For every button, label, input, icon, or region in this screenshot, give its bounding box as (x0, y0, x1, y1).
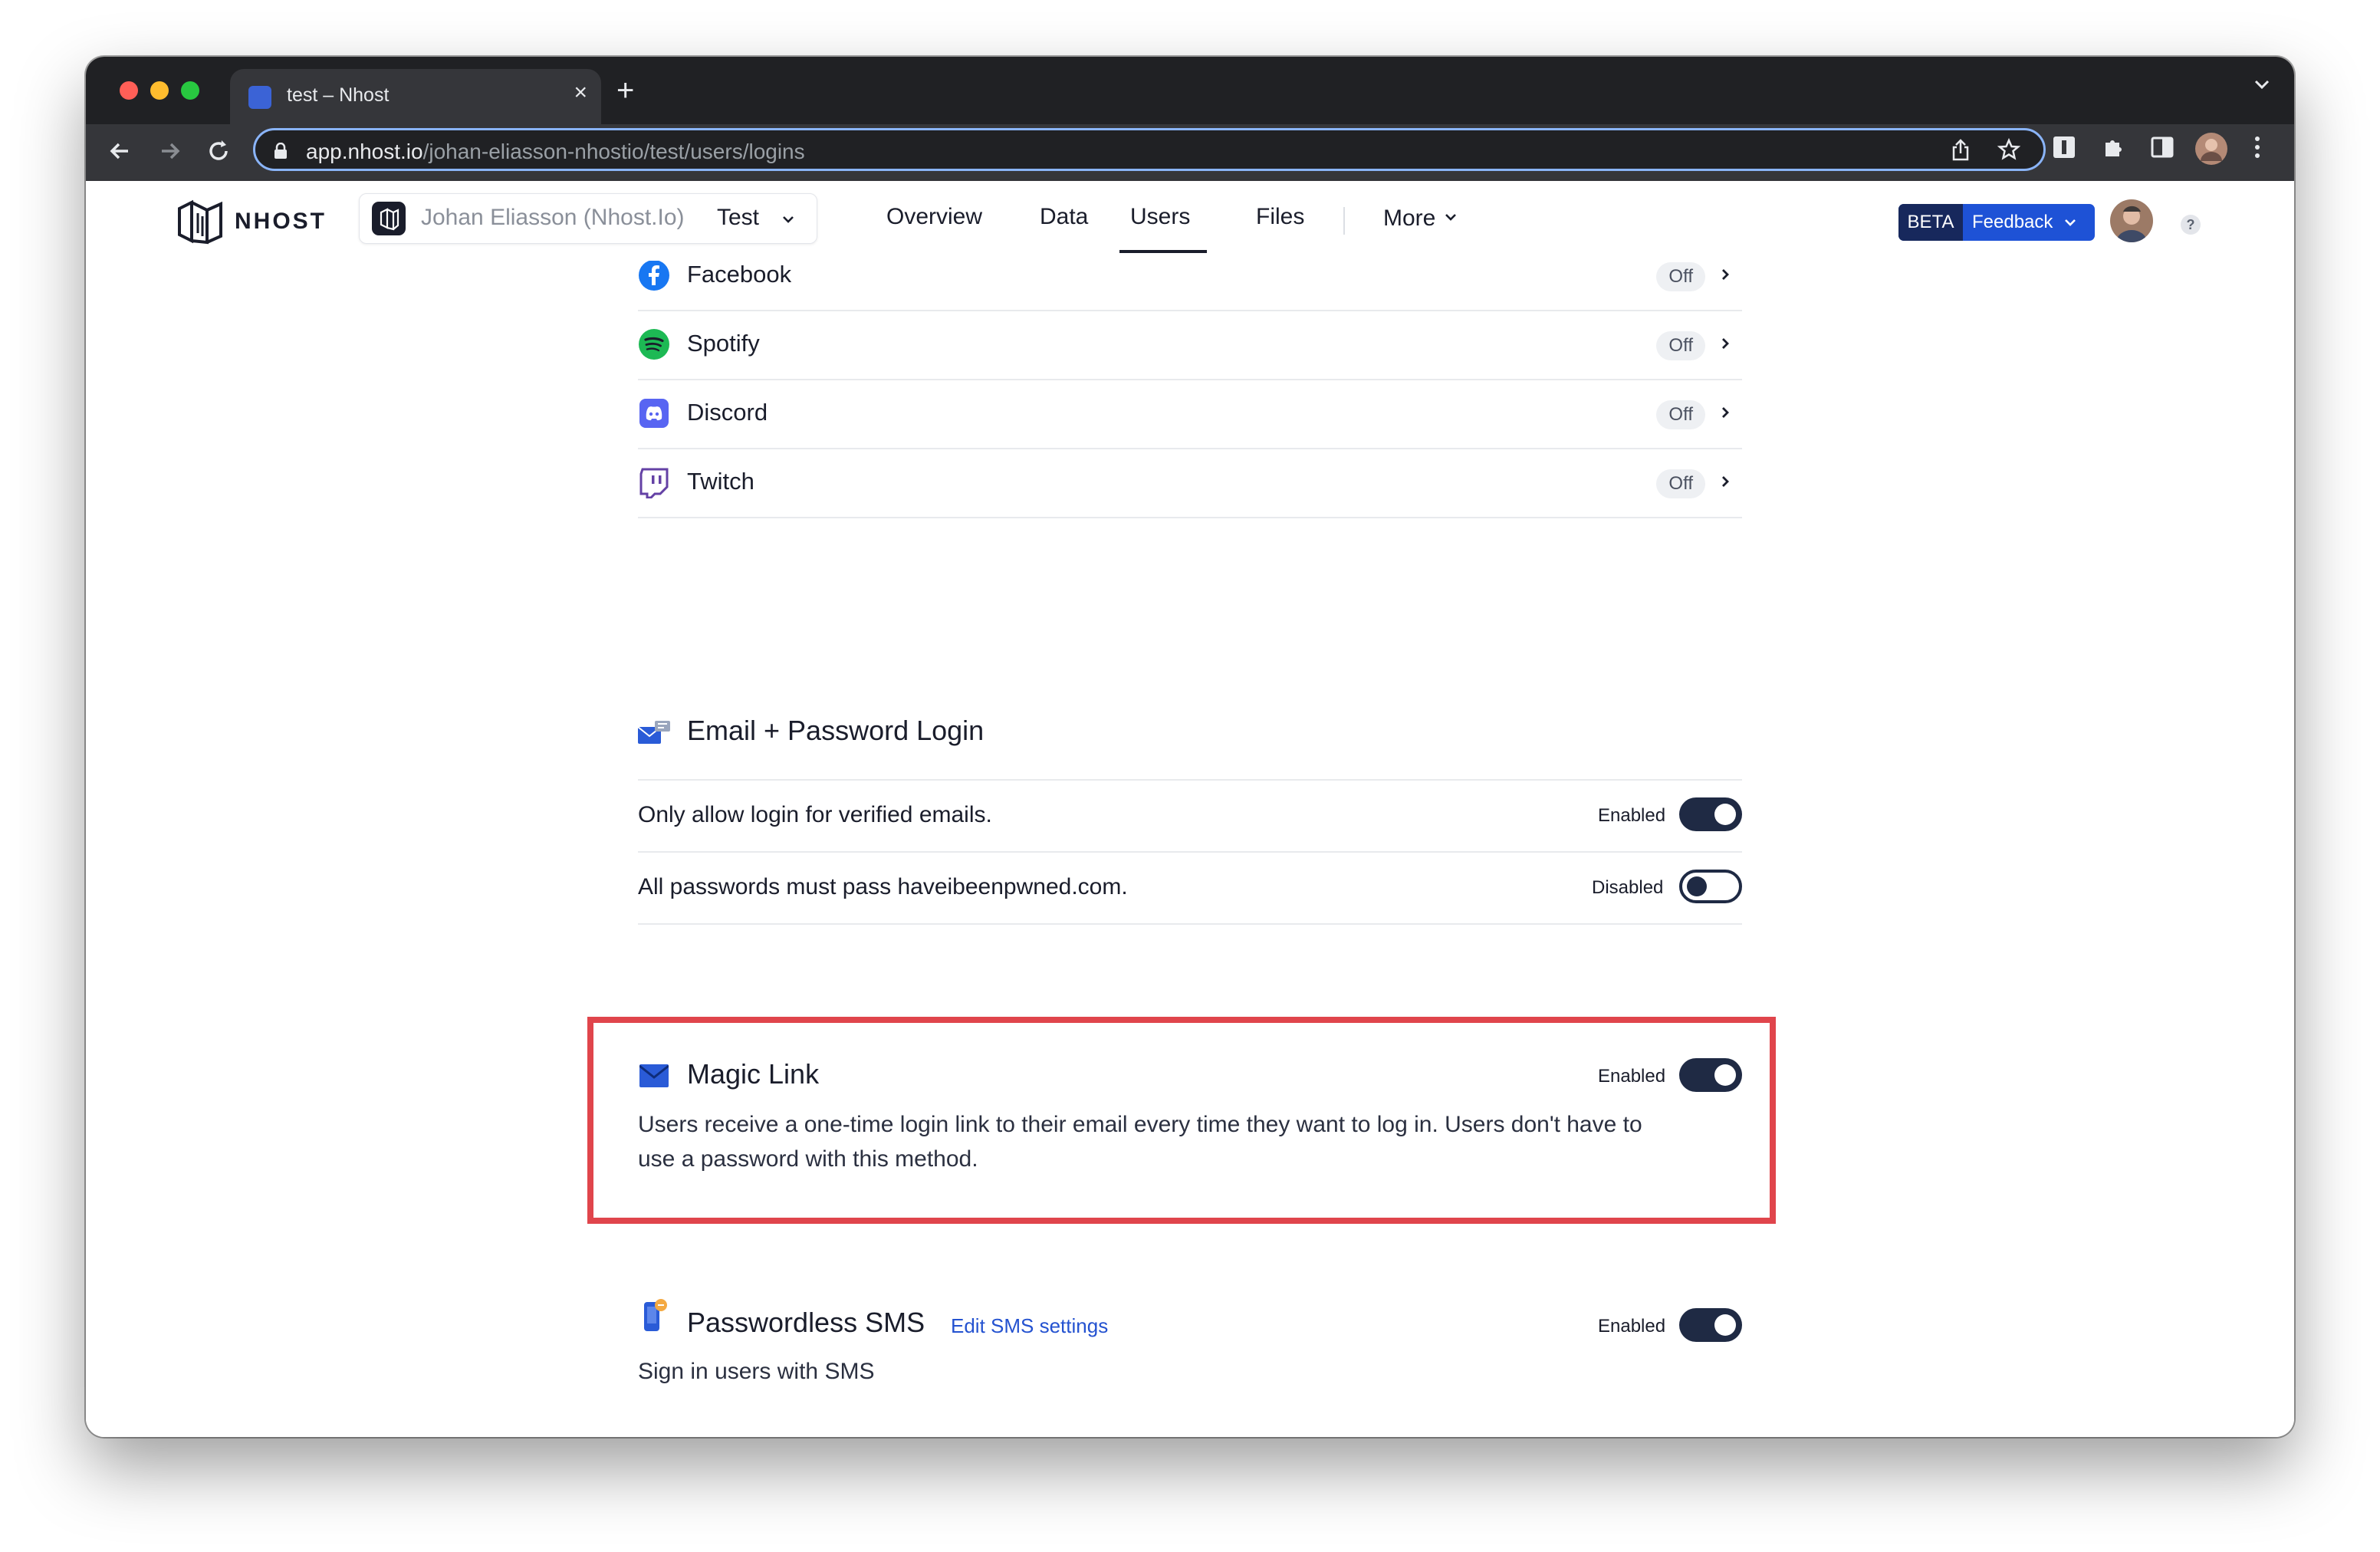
beta-badge: BETA (1898, 204, 1963, 241)
section-divider (638, 779, 1742, 781)
email-password-icon (637, 721, 670, 751)
passwordless-sms-title: Passwordless SMS (687, 1307, 925, 1338)
lock-icon (274, 142, 288, 163)
tab-title: test – Nhost (287, 84, 390, 106)
nav-more[interactable]: More (1383, 206, 1459, 232)
nav-users[interactable]: Users (1130, 204, 1190, 230)
extensions-puzzle-icon[interactable] (2101, 135, 2125, 163)
status-badge: Off (1656, 331, 1705, 360)
browser-toolbar: app.nhost.io/johan-eliasson-nhostio/test… (86, 124, 2294, 181)
feedback-button[interactable]: BETA Feedback (1898, 204, 2095, 241)
edit-sms-settings-link[interactable]: Edit SMS settings (951, 1314, 1108, 1338)
pwned-passwords-label: All passwords must pass haveibeenpwned.c… (638, 874, 1128, 899)
nav-more-label: More (1383, 206, 1436, 231)
text-cursor-extension-icon[interactable] (2052, 135, 2076, 163)
side-panel-icon[interactable] (2150, 135, 2175, 163)
verified-emails-toggle[interactable] (1679, 797, 1742, 831)
project-name: Test (717, 205, 760, 230)
provider-row-spotify[interactable]: Spotify Off (638, 310, 1742, 380)
provider-row-discord[interactable]: Discord Off (638, 379, 1742, 449)
email-password-title: Email + Password Login (687, 715, 985, 746)
app-header: NHOST Johan Eliasson (Nhost.Io) Test Ove… (86, 181, 2294, 261)
chevron-down-icon (780, 211, 797, 232)
spotify-icon (638, 328, 670, 360)
row-divider (638, 851, 1742, 853)
chevron-right-icon (1716, 334, 1734, 357)
browser-window: test – Nhost × + app.nhost.io/johan-elia… (86, 57, 2294, 1437)
forward-arrow-icon[interactable] (150, 132, 189, 170)
nav-divider (1343, 207, 1345, 235)
chevron-right-icon (1716, 472, 1734, 495)
nhost-logo-icon[interactable] (176, 198, 225, 249)
nav-files[interactable]: Files (1256, 204, 1304, 230)
feedback-label: Feedback (1972, 212, 2053, 232)
tab-search-chevron-icon[interactable] (2251, 74, 2273, 100)
status-badge: Off (1656, 262, 1705, 291)
active-nav-indicator (1119, 250, 1207, 253)
address-bar[interactable]: app.nhost.io/johan-eliasson-nhostio/test… (253, 128, 2046, 171)
back-arrow-icon[interactable] (101, 132, 140, 170)
logo-wordmark: NHOST (235, 209, 327, 234)
provider-row-twitch[interactable]: Twitch Off (638, 448, 1742, 518)
provider-label: Facebook (687, 261, 792, 288)
magic-link-toggle[interactable] (1679, 1058, 1742, 1092)
chevron-right-icon (1716, 403, 1734, 426)
close-window-button[interactable] (120, 81, 138, 100)
provider-row-facebook[interactable]: Facebook Off (638, 261, 1742, 311)
toggle-knob (1687, 876, 1707, 896)
magic-link-state: Enabled (1598, 1066, 1666, 1087)
share-icon[interactable] (1950, 138, 1971, 167)
provider-label: Discord (687, 399, 768, 426)
status-badge: Off (1656, 469, 1705, 498)
toggle-knob (1714, 1314, 1736, 1336)
pwned-passwords-state: Disabled (1592, 877, 1664, 898)
passwordless-sms-state: Enabled (1598, 1316, 1666, 1337)
tab-strip: test – Nhost × + (86, 57, 2294, 124)
verified-emails-label: Only allow login for verified emails. (638, 802, 992, 827)
chevron-right-icon (1716, 265, 1734, 288)
url-path: /johan-eliasson-nhostio/test/users/login… (422, 140, 805, 163)
passwordless-sms-description: Sign in users with SMS (638, 1359, 875, 1384)
passwordless-sms-toggle[interactable] (1679, 1308, 1742, 1342)
nhost-favicon-icon (248, 86, 271, 109)
provider-label: Spotify (687, 330, 760, 357)
main-content: Facebook Off Spotify Off Discord Off Twi… (86, 261, 2294, 1437)
minimize-window-button[interactable] (150, 81, 169, 100)
magic-link-description-line1: Users receive a one-time login link to t… (638, 1112, 1642, 1137)
discord-icon (638, 397, 670, 429)
new-tab-button[interactable]: + (616, 74, 634, 108)
facebook-icon (638, 261, 670, 291)
nav-overview[interactable]: Overview (886, 204, 982, 230)
status-badge: Off (1656, 400, 1705, 429)
chevron-down-icon (1445, 214, 1456, 221)
reload-icon[interactable] (199, 132, 238, 170)
browser-menu-icon[interactable] (2253, 135, 2262, 163)
help-icon[interactable]: ? (2181, 215, 2201, 235)
zoom-window-button[interactable] (181, 81, 199, 100)
chevron-down-icon (2065, 219, 2076, 226)
provider-label: Twitch (687, 468, 754, 495)
nav-data[interactable]: Data (1040, 204, 1088, 230)
verified-emails-state: Enabled (1598, 805, 1666, 826)
bookmark-star-icon[interactable] (1997, 137, 2021, 167)
magic-link-title: Magic Link (687, 1058, 820, 1090)
user-avatar[interactable] (2110, 199, 2153, 242)
url-host: app.nhost.io (306, 140, 423, 163)
toggle-knob (1714, 1064, 1736, 1086)
phone-sms-icon (641, 1297, 672, 1337)
pwned-passwords-toggle[interactable] (1679, 870, 1742, 903)
profile-avatar-icon[interactable] (2194, 132, 2228, 169)
url-text: app.nhost.io/johan-eliasson-nhostio/test… (306, 140, 805, 164)
toggle-knob (1714, 804, 1736, 825)
browser-tab[interactable]: test – Nhost × (230, 69, 601, 124)
envelope-icon (639, 1064, 669, 1091)
project-logo-icon (372, 202, 406, 235)
tab-close-icon[interactable]: × (574, 80, 587, 106)
workspace-name: Johan Eliasson (Nhost.Io) (421, 205, 685, 230)
magic-link-description: Users receive a one-time login link to t… (638, 1107, 1742, 1176)
project-switcher[interactable]: Johan Eliasson (Nhost.Io) Test (359, 193, 817, 244)
twitch-icon (638, 466, 670, 499)
magic-link-description-line2: use a password with this method. (638, 1146, 978, 1172)
row-divider (638, 923, 1742, 925)
